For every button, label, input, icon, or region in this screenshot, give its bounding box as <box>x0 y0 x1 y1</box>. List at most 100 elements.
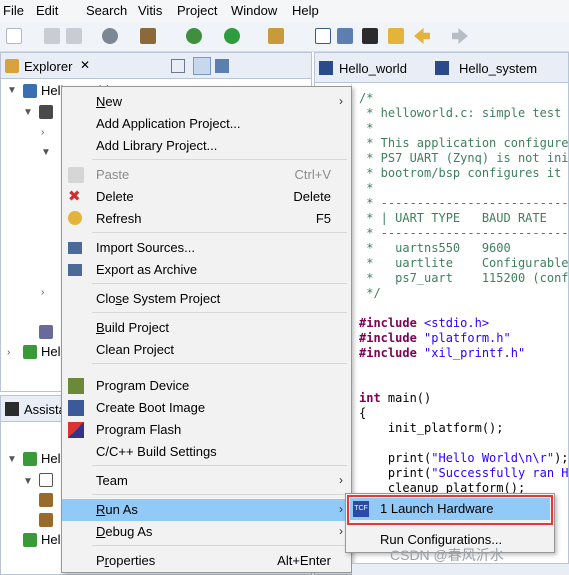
settings-icon[interactable] <box>102 28 118 44</box>
code-line: #include <stdio.h> <box>359 316 490 330</box>
expand-chevron-icon[interactable]: › <box>7 347 10 358</box>
code-line: * ---------------------------- <box>359 226 569 240</box>
menu-separator <box>92 465 347 466</box>
filter-icon[interactable] <box>215 59 229 73</box>
menu-separator <box>92 232 347 233</box>
menu-item-team[interactable]: Team › <box>62 470 351 492</box>
debug-icon[interactable] <box>186 28 202 44</box>
code-line: #include "platform.h" <box>359 331 511 345</box>
build-hammer-icon[interactable] <box>140 28 156 44</box>
tool-icon[interactable] <box>268 28 284 44</box>
watermark-text: CSDN @春风沂水 <box>390 547 504 563</box>
hammer-icon <box>39 513 53 527</box>
expand-chevron-icon[interactable]: › <box>41 127 44 138</box>
delete-icon: ✖ <box>68 188 81 205</box>
expand-chevron-icon[interactable]: › <box>41 287 44 298</box>
menu-item-create-boot[interactable]: Create Boot Image <box>62 397 351 419</box>
code-line: * ---------------------------- <box>359 196 569 210</box>
code-line: * <box>359 181 374 195</box>
menu-item-program-device[interactable]: Program Device <box>62 375 351 397</box>
explorer-tab-label[interactable]: Explorer <box>24 59 72 74</box>
code-line: * | UART TYPE BAUD RATE <box>359 211 547 225</box>
code-line: * ps7_uart 115200 (confi <box>359 271 569 285</box>
code-line: * This application configures <box>359 136 569 150</box>
hammer-icon <box>39 493 53 507</box>
editor-tab-hello-system[interactable]: Hello_system <box>459 61 537 76</box>
code-line: print("Hello World\n\r"); <box>359 451 569 465</box>
menu-separator <box>92 545 347 546</box>
assistant-tab-label[interactable]: Assista <box>24 402 66 417</box>
system-project-icon <box>23 84 37 98</box>
close-icon[interactable]: ✕ <box>80 58 90 72</box>
menu-item-export-archive[interactable]: Export as Archive <box>62 259 351 281</box>
assistant-row-2[interactable]: Hel <box>41 530 61 550</box>
tree-row-platform[interactable]: Hel <box>41 342 61 362</box>
collapse-all-icon[interactable] <box>171 59 185 73</box>
save-all-icon[interactable] <box>66 28 82 44</box>
menu-item-new[interactable]: New › <box>62 91 351 113</box>
menu-item-build[interactable]: Build Project <box>62 317 351 339</box>
code-line: * helloworld.c: simple test a <box>359 106 569 120</box>
expand-chevron-icon[interactable]: ▼ <box>7 85 17 96</box>
menu-vitis[interactable]: Vitis <box>138 3 162 18</box>
new-icon[interactable] <box>6 28 22 44</box>
run-icon[interactable] <box>224 28 240 44</box>
code-line: * <box>359 121 374 135</box>
expand-chevron-icon[interactable]: ▼ <box>7 454 17 465</box>
menu-item-refresh[interactable]: Refresh F5 <box>62 208 351 230</box>
menu-item-clean[interactable]: Clean Project <box>62 339 351 361</box>
menu-edit[interactable]: Edit <box>36 3 58 18</box>
menu-project[interactable]: Project <box>177 3 217 18</box>
menu-item-add-library[interactable]: Add Library Project... <box>62 135 351 157</box>
link-icon[interactable] <box>337 28 353 44</box>
menu-item-properties[interactable]: Properties Alt+Enter <box>62 550 351 572</box>
menu-item-cpp-build-settings[interactable]: C/C++ Build Settings <box>62 441 351 463</box>
submenu-arrow-icon: › <box>339 524 343 538</box>
menu-item-run-as[interactable]: Run As › <box>62 499 351 521</box>
program-device-icon <box>68 378 84 394</box>
code-line: #include "xil_printf.h" <box>359 346 526 360</box>
menu-item-debug-as[interactable]: Debug As › <box>62 521 351 543</box>
explorer-tab-bar: Explorer ✕ <box>1 53 311 79</box>
annotation-highlight-box <box>347 495 553 525</box>
last-edit-icon[interactable] <box>388 28 404 44</box>
menu-bar: File Edit Search Vitis Project Window He… <box>0 0 569 22</box>
menu-item-close-system[interactable]: Close System Project <box>62 288 351 310</box>
toolbar <box>0 22 569 52</box>
link-editor-icon[interactable] <box>193 57 211 75</box>
menu-file[interactable]: File <box>3 3 24 18</box>
flash-icon <box>68 422 84 438</box>
code-line: /* <box>359 91 374 105</box>
editor-tab-bar: Hello_world Hello_system <box>315 53 568 83</box>
submenu-arrow-icon: › <box>339 94 343 108</box>
expand-chevron-icon[interactable]: ▼ <box>23 476 33 487</box>
menu-item-import-sources[interactable]: Import Sources... <box>62 237 351 259</box>
refresh-icon <box>68 211 82 225</box>
save-icon[interactable] <box>44 28 60 44</box>
expand-chevron-icon[interactable]: ▼ <box>41 147 51 158</box>
code-line: * bootrom/bsp configures it t <box>359 166 569 180</box>
editor-tab-hello-world[interactable]: Hello_world <box>339 61 407 76</box>
menu-search[interactable]: Search <box>86 3 127 18</box>
assistant-row-1[interactable]: Hel <box>41 449 61 469</box>
expand-chevron-icon[interactable]: ▼ <box>23 107 33 118</box>
menu-window[interactable]: Window <box>231 3 277 18</box>
project-icon <box>23 452 37 466</box>
submenu-arrow-icon: › <box>339 502 343 516</box>
menu-separator <box>92 283 347 284</box>
menu-help[interactable]: Help <box>292 3 319 18</box>
app-project-icon <box>39 105 53 119</box>
menu-item-add-application[interactable]: Add Application Project... <box>62 113 351 135</box>
menu-item-paste[interactable]: Paste Ctrl+V <box>62 164 351 186</box>
forward-arrow-icon[interactable] <box>452 28 468 44</box>
boot-image-icon <box>68 400 84 416</box>
folder-icon <box>5 59 19 73</box>
back-arrow-icon[interactable] <box>414 28 430 44</box>
code-line: { <box>359 406 367 420</box>
menu-item-program-flash[interactable]: Program Flash <box>62 419 351 441</box>
console-icon[interactable] <box>362 28 378 44</box>
terminal-icon[interactable] <box>315 28 331 44</box>
menu-item-delete[interactable]: ✖ Delete Delete <box>62 186 351 208</box>
export-icon <box>68 264 82 276</box>
assistant-icon <box>5 402 19 416</box>
